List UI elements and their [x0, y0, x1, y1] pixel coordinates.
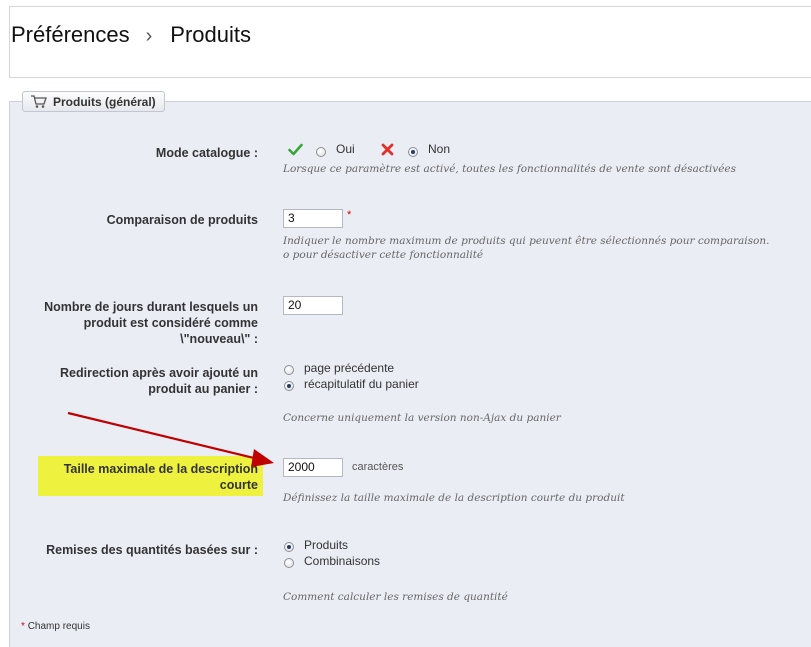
catalog-mode-no-label[interactable]: Non [428, 142, 450, 156]
catalog-mode-yes-radio[interactable] [316, 147, 326, 157]
required-field-note: * Champ requis [21, 621, 90, 632]
breadcrumb: Préférences › Produits [11, 22, 251, 48]
redirect-hint: Concerne uniquement la version non-Ajax … [283, 412, 561, 424]
cross-icon [381, 143, 394, 156]
new-days-label: Nombre de jours durant lesquels un produ… [44, 300, 258, 346]
breadcrumb-separator: › [145, 24, 153, 47]
redirect-cart-radio[interactable] [284, 381, 294, 391]
short-desc-input[interactable]: 2000 [283, 458, 343, 477]
short-desc-label: Taille maximale de la description courte [63, 462, 258, 492]
catalog-mode-hint: Lorsque ce paramètre est activé, toutes … [283, 163, 737, 175]
new-days-input[interactable]: 20 [283, 296, 343, 315]
redirect-previous-radio[interactable] [284, 365, 294, 375]
compare-label: Comparaison de produits [106, 213, 258, 227]
short-desc-unit: caractères [352, 461, 404, 473]
compare-hint-line1: Indiquer le nombre maximum de produits q… [283, 235, 770, 247]
short-desc-hint: Définissez la taille maximale de la desc… [283, 492, 625, 504]
catalog-mode-label: Mode catalogue : [155, 146, 258, 160]
compare-hint-line2: o pour désactiver cette fonctionnalité [283, 249, 484, 261]
redirect-previous-label[interactable]: page précédente [304, 361, 394, 375]
section-title: Produits (général) [53, 94, 156, 109]
breadcrumb-parent[interactable]: Préférences [11, 22, 130, 48]
catalog-mode-no-radio[interactable] [408, 147, 418, 157]
required-mark: * [347, 209, 352, 221]
compare-input[interactable]: 3 [283, 209, 343, 228]
cart-icon [31, 95, 47, 108]
discounts-label: Remises des quantités basées sur : [46, 543, 258, 557]
discounts-products-label[interactable]: Produits [304, 538, 348, 552]
discounts-products-radio[interactable] [284, 542, 294, 552]
check-icon [288, 143, 303, 156]
breadcrumb-current: Produits [170, 22, 252, 47]
section-legend: Produits (général) [22, 91, 165, 112]
redirect-cart-label[interactable]: récapitulatif du panier [304, 377, 419, 391]
discounts-combinations-label[interactable]: Combinaisons [304, 554, 380, 568]
redirect-label: Redirection après avoir ajouté un produi… [60, 366, 258, 396]
discounts-combinations-radio[interactable] [284, 558, 294, 568]
discounts-hint: Comment calculer les remises de quantité [283, 591, 508, 603]
catalog-mode-yes-label[interactable]: Oui [336, 142, 355, 156]
